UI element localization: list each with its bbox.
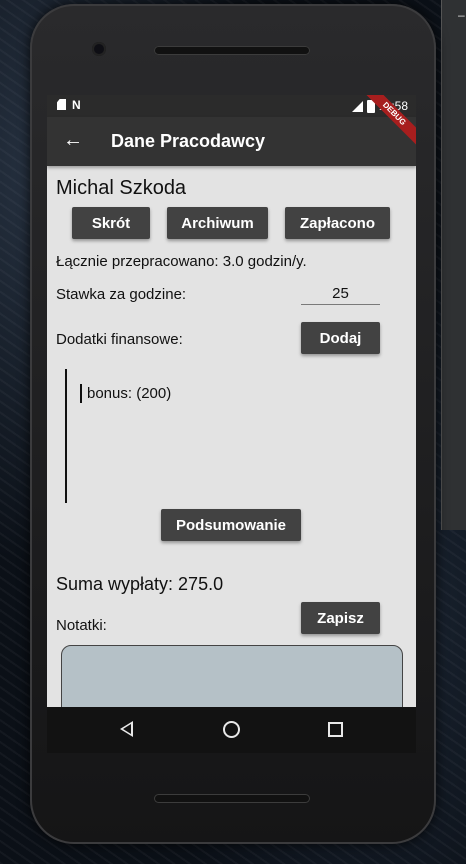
notes-label: Notatki:	[56, 617, 107, 634]
total-hours-text: Łącznie przepracowano: 3.0 godzin/y.	[56, 253, 307, 270]
nav-back-icon[interactable]	[120, 721, 133, 737]
bonus-list-border	[65, 369, 67, 503]
save-notes-button[interactable]: Zapisz	[301, 602, 380, 634]
nav-recent-apps-icon[interactable]	[328, 722, 343, 737]
rate-label: Stawka za godzine:	[56, 286, 187, 303]
payout-sum: Suma wypłaty: 275.0	[56, 574, 224, 594]
front-camera	[92, 42, 106, 56]
employer-name: Michal Szkoda	[56, 177, 187, 199]
nav-home-icon[interactable]	[223, 721, 240, 738]
app-bar: ← Dane Pracodawcy	[47, 117, 416, 166]
android-nav-bar	[47, 707, 416, 753]
top-speaker	[154, 46, 310, 55]
signal-icon	[351, 100, 363, 112]
status-bar: N 11:58	[47, 95, 416, 117]
emulator-side-toolbar: –	[441, 0, 466, 530]
back-arrow-icon[interactable]: ←	[63, 129, 83, 151]
sd-card-icon	[57, 99, 66, 110]
archive-button[interactable]: Archiwum	[167, 207, 268, 239]
app-screen: N 11:58 ← Dane Pracodawcy DEBUG Michal S…	[47, 95, 416, 707]
bottom-speaker	[154, 794, 310, 803]
summary-button[interactable]: Podsumowanie	[161, 509, 301, 541]
paid-button[interactable]: Zapłacono	[285, 207, 390, 239]
shortcut-button[interactable]: Skrót	[72, 207, 150, 239]
bonus-list-item[interactable]: bonus: (200)	[87, 385, 171, 402]
add-bonus-button[interactable]: Dodaj	[301, 322, 380, 354]
bonuses-label: Dodatki finansowe:	[56, 331, 183, 348]
notification-n-icon: N	[72, 98, 81, 112]
page-title: Dane Pracodawcy	[111, 131, 266, 151]
notes-textarea[interactable]	[61, 645, 403, 707]
hourly-rate-input[interactable]	[301, 283, 380, 305]
text-cursor	[80, 384, 82, 403]
